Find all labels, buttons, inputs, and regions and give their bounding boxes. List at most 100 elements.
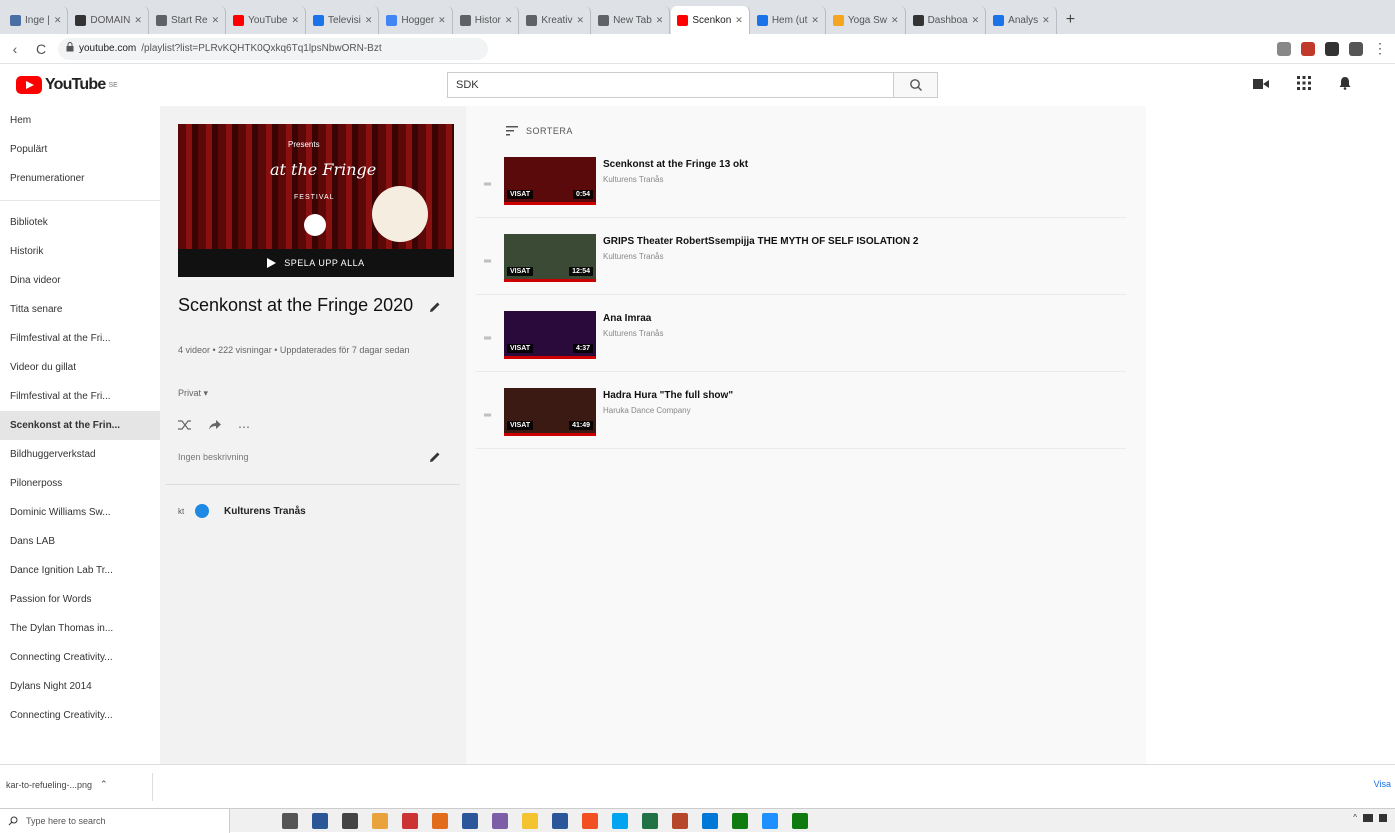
edit-description-pencil-icon[interactable] bbox=[428, 450, 442, 469]
sidebar-item[interactable]: Scenkonst at the Frin... bbox=[0, 411, 160, 440]
browser-tab[interactable]: Kreativ ✕ bbox=[520, 6, 592, 34]
taskbar-app-icon[interactable] bbox=[402, 813, 418, 829]
close-tab-icon[interactable]: ✕ bbox=[54, 15, 62, 26]
close-tab-icon[interactable]: ✕ bbox=[1042, 15, 1050, 26]
browser-tab[interactable]: Hem (ut ✕ bbox=[750, 6, 826, 34]
sidebar-item[interactable]: Prenumerationer bbox=[0, 164, 160, 193]
more-options-icon[interactable]: ⋯ bbox=[238, 420, 250, 434]
taskbar-app-icon[interactable] bbox=[552, 813, 568, 829]
sidebar-item[interactable]: Videor du gillat bbox=[0, 353, 160, 382]
volume-icon[interactable] bbox=[1379, 813, 1387, 822]
privacy-dropdown[interactable]: Privat ▾ bbox=[178, 388, 208, 399]
video-channel[interactable]: Kulturens Tranås bbox=[603, 175, 663, 184]
sidebar-item[interactable]: Connecting Creativity... bbox=[0, 643, 160, 672]
sidebar-item[interactable]: Passion for Words bbox=[0, 585, 160, 614]
create-video-icon[interactable] bbox=[1253, 77, 1269, 95]
account-avatar[interactable] bbox=[1379, 79, 1385, 93]
extension-icon[interactable] bbox=[1349, 41, 1363, 56]
browser-tab[interactable]: Hogger ✕ bbox=[380, 6, 453, 34]
network-icon[interactable] bbox=[1363, 813, 1373, 822]
sidebar-item[interactable]: Titta senare bbox=[0, 295, 160, 324]
shuffle-icon[interactable] bbox=[178, 418, 192, 436]
video-channel[interactable]: Kulturens Tranås bbox=[603, 329, 663, 338]
browser-tab[interactable]: Dashboa ✕ bbox=[906, 6, 987, 34]
taskbar-app-icon[interactable] bbox=[492, 813, 508, 829]
video-thumbnail[interactable]: VISAT 0:54 bbox=[504, 157, 596, 205]
taskbar-app-icon[interactable] bbox=[672, 813, 688, 829]
close-tab-icon[interactable]: ✕ bbox=[365, 15, 373, 26]
taskbar-app-icon[interactable] bbox=[612, 813, 628, 829]
taskbar-app-icon[interactable] bbox=[762, 813, 778, 829]
browser-tab[interactable]: YouTube ✕ bbox=[227, 6, 307, 34]
video-thumbnail[interactable]: VISAT 4:37 bbox=[504, 311, 596, 359]
browser-tab[interactable]: Televisi ✕ bbox=[307, 6, 380, 34]
taskbar-app-icon[interactable] bbox=[582, 813, 598, 829]
sidebar-item[interactable]: Bildhuggerverkstad bbox=[0, 440, 160, 469]
browser-tab[interactable]: New Tab ✕ bbox=[592, 6, 671, 34]
tray-chevron-icon[interactable]: ^ bbox=[1353, 813, 1357, 822]
close-tab-icon[interactable]: ✕ bbox=[656, 15, 664, 26]
video-title[interactable]: Hadra Hura "The full show" bbox=[603, 390, 733, 401]
drag-handle-icon[interactable]: ═ bbox=[484, 333, 491, 344]
sidebar-item[interactable]: The Dylan Thomas in... bbox=[0, 614, 160, 643]
close-tab-icon[interactable]: ✕ bbox=[577, 15, 585, 26]
extension-icon[interactable] bbox=[1301, 41, 1315, 56]
address-bar[interactable]: youtube.com/playlist?list=PLRvKQHTK0Qxkq… bbox=[58, 37, 488, 60]
video-thumbnail[interactable]: VISAT 12:54 bbox=[504, 234, 596, 282]
sidebar-item[interactable]: Dylans Night 2014 bbox=[0, 672, 160, 701]
close-tab-icon[interactable]: ✕ bbox=[972, 15, 980, 26]
taskbar-app-icon[interactable] bbox=[432, 813, 448, 829]
taskbar-app-icon[interactable] bbox=[462, 813, 478, 829]
sidebar-item[interactable]: Dance Ignition Lab Tr... bbox=[0, 556, 160, 585]
play-all-button[interactable]: SPELA UPP ALLA bbox=[178, 249, 454, 277]
sidebar-item[interactable]: Filmfestival at the Fri... bbox=[0, 382, 160, 411]
sidebar-item[interactable]: Historik bbox=[0, 237, 160, 266]
playlist-thumbnail[interactable]: Presents at the Fringe FESTIVAL SPELA UP… bbox=[178, 124, 454, 277]
playlist-video-row[interactable]: ═ VISAT 41:49 Hadra Hura "The full show" Har… bbox=[476, 386, 1136, 448]
youtube-logo[interactable]: YouTube SE bbox=[16, 76, 118, 94]
sidebar-item[interactable]: Dans LAB bbox=[0, 527, 160, 556]
video-thumbnail[interactable]: VISAT 41:49 bbox=[504, 388, 596, 436]
drag-handle-icon[interactable]: ═ bbox=[484, 179, 491, 190]
drag-handle-icon[interactable]: ═ bbox=[484, 256, 491, 267]
browser-tab[interactable]: Histor ✕ bbox=[453, 6, 520, 34]
extension-icon[interactable] bbox=[1277, 41, 1291, 56]
taskbar-app-icon[interactable] bbox=[732, 813, 748, 829]
close-tab-icon[interactable]: ✕ bbox=[438, 15, 446, 26]
close-tab-icon[interactable]: ✕ bbox=[134, 15, 142, 26]
taskbar-app-icon[interactable] bbox=[342, 813, 358, 829]
sidebar-item[interactable]: Dominic Williams Sw... bbox=[0, 498, 160, 527]
download-item[interactable]: kar-to-refueling-...png ⌃ bbox=[6, 779, 108, 790]
taskbar-app-icon[interactable] bbox=[312, 813, 328, 829]
search-button[interactable] bbox=[893, 72, 938, 98]
browser-tab[interactable]: Scenkon ✕ bbox=[671, 6, 750, 34]
playlist-video-row[interactable]: ═ VISAT 4:37 Ana Imraa Kulturens Tranås bbox=[476, 309, 1136, 371]
playlist-owner[interactable]: kt Kulturens Tranås bbox=[178, 500, 306, 522]
browser-tab[interactable]: Start Re ✕ bbox=[149, 6, 227, 34]
show-all-downloads-button[interactable]: Visa bbox=[1374, 779, 1391, 789]
browser-tab[interactable]: DOMAIN ✕ bbox=[69, 6, 149, 34]
taskbar-app-icon[interactable] bbox=[522, 813, 538, 829]
sidebar-item[interactable]: Bibliotek bbox=[0, 208, 160, 237]
video-channel[interactable]: Haruka Dance Company bbox=[603, 406, 691, 415]
close-tab-icon[interactable]: ✕ bbox=[811, 15, 819, 26]
taskbar-search[interactable]: Type here to search bbox=[0, 808, 230, 833]
notifications-bell-icon[interactable] bbox=[1339, 76, 1351, 95]
sidebar-item[interactable]: Dina videor bbox=[0, 266, 160, 295]
share-icon[interactable] bbox=[208, 418, 222, 436]
search-input[interactable] bbox=[447, 72, 893, 98]
sidebar-item[interactable]: Filmfestival at the Fri... bbox=[0, 324, 160, 353]
video-channel[interactable]: Kulturens Tranås bbox=[603, 252, 663, 261]
apps-grid-icon[interactable] bbox=[1297, 76, 1311, 95]
video-title[interactable]: GRIPS Theater RobertSsempijja THE MYTH O… bbox=[603, 236, 918, 247]
extension-icon[interactable] bbox=[1325, 41, 1339, 56]
browser-tab[interactable]: Analys ✕ bbox=[987, 6, 1057, 34]
taskbar-app-icon[interactable] bbox=[642, 813, 658, 829]
sidebar-item[interactable]: Hem bbox=[0, 106, 160, 135]
close-tab-icon[interactable]: ✕ bbox=[291, 15, 299, 26]
close-tab-icon[interactable]: ✕ bbox=[212, 15, 220, 26]
new-tab-button[interactable]: + bbox=[1058, 6, 1083, 34]
sidebar-item[interactable]: Pilonerposs bbox=[0, 469, 160, 498]
playlist-video-row[interactable]: ═ VISAT 0:54 Scenkonst at the Fringe 13 okt… bbox=[476, 155, 1136, 217]
close-tab-icon[interactable]: ✕ bbox=[891, 15, 899, 26]
